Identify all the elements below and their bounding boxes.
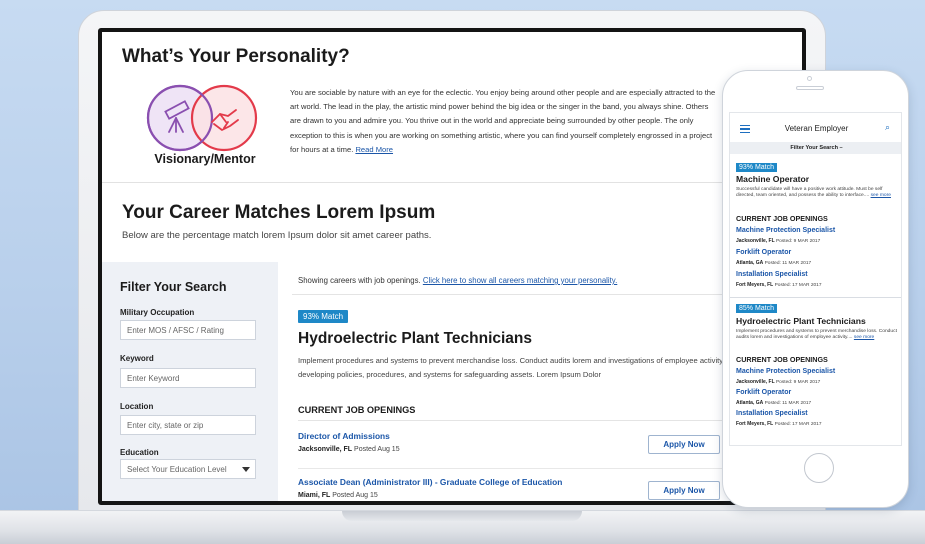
opening-meta: Fort Meyers, FL Posted: 17 MAR 2017: [736, 282, 822, 288]
see-more-link[interactable]: see more: [871, 193, 891, 198]
opening-meta: Miami, FL Posted Aug 15: [298, 492, 378, 499]
military-occupation-input[interactable]: Enter MOS / AFSC / Rating: [120, 320, 256, 340]
keyword-placeholder: Enter Keyword: [127, 374, 180, 383]
show-all-careers-link[interactable]: Click here to show all careers matching …: [423, 276, 617, 285]
phone-speaker: [796, 86, 824, 90]
opening-location: Fort Meyers, FL: [736, 282, 774, 288]
opening-location: Atlanta, GA: [736, 260, 764, 266]
education-select[interactable]: Select Your Education Level: [120, 459, 256, 479]
location-input[interactable]: Enter city, state or zip: [120, 415, 256, 435]
opening-meta: Atlanta, GA Posted: 11 MAR 2017: [736, 400, 811, 406]
filter-and-results: Filter Your Search Military Occupation E…: [102, 32, 802, 501]
apply-now-button[interactable]: Apply Now: [648, 435, 720, 454]
opening-posted: Posted Aug 15: [354, 446, 400, 453]
opening-location: Jacksonville, FL: [736, 238, 775, 244]
opening-meta: Atlanta, GA Posted: 11 MAR 2017: [736, 260, 811, 266]
opening-posted: Posted: 11 MAR 2017: [764, 401, 812, 406]
opening-title[interactable]: Machine Protection Specialist: [736, 368, 835, 375]
job-title[interactable]: Machine Operator: [736, 174, 809, 184]
military-occupation-label: Military Occupation: [120, 308, 195, 317]
showing-careers-label: Showing careers with job openings.: [298, 276, 421, 285]
see-more-link[interactable]: see more: [854, 335, 874, 340]
job-description: Successful candidate will have a positiv…: [736, 187, 898, 200]
opening-title[interactable]: Installation Specialist: [736, 410, 808, 417]
location-placeholder: Enter city, state or zip: [127, 421, 204, 430]
opening-location: Miami, FL: [298, 492, 331, 499]
job-description: Implement procedures and systems to prev…: [736, 329, 898, 342]
opening-posted: Posted: 17 MAR 2017: [774, 283, 822, 288]
education-label: Education: [120, 448, 159, 457]
search-icon[interactable]: ⌕: [885, 122, 890, 133]
opening-title[interactable]: Machine Protection Specialist: [736, 227, 835, 234]
job-title[interactable]: Hydroelectric Plant Technicians: [736, 316, 866, 326]
opening-title[interactable]: Director of Admissions: [298, 431, 390, 441]
laptop-base-notch: [342, 511, 582, 521]
opening-location: Jacksonville, FL: [736, 379, 775, 385]
phone-home-button[interactable]: [804, 453, 834, 483]
keyword-label: Keyword: [120, 354, 154, 363]
opening-meta: Fort Meyers, FL Posted: 17 MAR 2017: [736, 421, 822, 427]
phone-camera: [807, 76, 812, 81]
opening-title[interactable]: Associate Dean (Administrator III) - Gra…: [298, 477, 562, 487]
job-title[interactable]: Hydroelectric Plant Technicians: [298, 330, 532, 348]
phone-filter-bar[interactable]: Filter Your Search –: [730, 142, 901, 154]
job-description-text: Successful candidate will have a positiv…: [736, 187, 883, 199]
opening-meta: Jacksonville, FL Posted Aug 15: [298, 446, 400, 453]
apply-now-button[interactable]: Apply Now: [648, 481, 720, 500]
phone-brand-title: Veteran Employer: [784, 124, 849, 133]
education-select-value: Select Your Education Level: [127, 465, 227, 474]
opening-posted: Posted: 9 MAR 2017: [775, 380, 821, 385]
current-openings-heading: CURRENT JOB OPENINGS: [298, 405, 416, 415]
card-divider: [730, 297, 901, 298]
opening-location: Jacksonville, FL: [298, 446, 353, 453]
opening-posted: Posted: 9 MAR 2017: [775, 239, 821, 244]
current-openings-heading: CURRENT JOB OPENINGS: [736, 355, 828, 364]
match-badge: 93% Match: [298, 310, 349, 323]
match-badge: 93% Match: [736, 163, 778, 172]
opening-title[interactable]: Installation Specialist: [736, 271, 808, 278]
phone-screen: Veteran Employer ⌕ Filter Your Search – …: [729, 112, 902, 446]
opening-meta: Jacksonville, FL Posted: 9 MAR 2017: [736, 379, 820, 385]
chevron-down-icon: [242, 467, 250, 472]
keyword-input[interactable]: Enter Keyword: [120, 368, 256, 388]
match-badge: 85% Match: [736, 304, 778, 313]
showing-careers-text: Showing careers with job openings. Click…: [298, 276, 617, 285]
opening-meta: Jacksonville, FL Posted: 9 MAR 2017: [736, 238, 820, 244]
military-occupation-placeholder: Enter MOS / AFSC / Rating: [127, 326, 224, 335]
current-openings-heading: CURRENT JOB OPENINGS: [736, 214, 828, 223]
opening-title[interactable]: Forklift Operator: [736, 249, 791, 256]
opening-location: Atlanta, GA: [736, 400, 764, 406]
opening-title[interactable]: Forklift Operator: [736, 389, 791, 396]
opening-posted: Posted: 11 MAR 2017: [764, 261, 812, 266]
opening-location: Fort Meyers, FL: [736, 421, 774, 427]
opening-posted: Posted Aug 15: [332, 492, 378, 499]
opening-posted: Posted: 17 MAR 2017: [774, 422, 822, 427]
filter-title: Filter Your Search: [120, 280, 227, 294]
location-label: Location: [120, 402, 154, 411]
